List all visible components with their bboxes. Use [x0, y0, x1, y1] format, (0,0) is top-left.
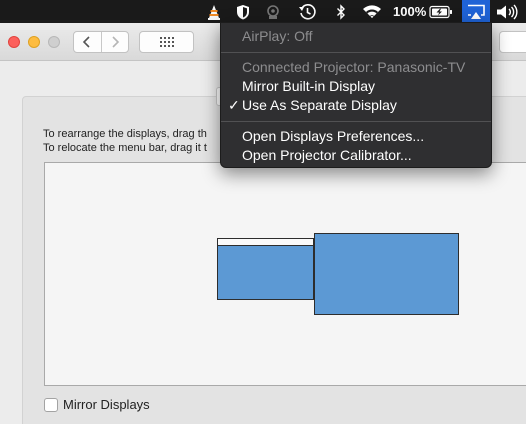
- airplay-menu: AirPlay: Off Connected Projector: Panaso…: [220, 22, 492, 168]
- battery-percentage: 100%: [393, 4, 427, 19]
- back-button[interactable]: [74, 32, 101, 52]
- security-icon[interactable]: [263, 0, 283, 23]
- mirror-displays-checkbox[interactable]: [44, 397, 58, 412]
- shield-icon[interactable]: [234, 0, 252, 23]
- wifi-icon[interactable]: [360, 0, 384, 23]
- builtin-display[interactable]: [217, 245, 314, 300]
- chevron-right-icon: [112, 36, 119, 48]
- mirror-displays-label: Mirror Displays: [63, 397, 150, 412]
- checkmark-icon: ✓: [228, 97, 240, 113]
- forward-button[interactable]: [100, 32, 129, 52]
- menu-separator: [221, 121, 491, 122]
- airplay-status: AirPlay: Off: [242, 28, 313, 44]
- menu-item-mirror-builtin[interactable]: Mirror Built-in Display: [242, 78, 375, 94]
- close-button[interactable]: [8, 36, 20, 48]
- battery-icon[interactable]: [428, 0, 454, 23]
- connected-projector-label: Connected Projector: Panasonic-TV: [242, 59, 466, 75]
- minimize-button[interactable]: [28, 36, 40, 48]
- chevron-left-icon: [83, 36, 90, 48]
- instruction-text: To relocate the menu bar, drag it t: [43, 142, 207, 154]
- vlc-icon[interactable]: [205, 0, 223, 23]
- navigation-buttons: [73, 31, 129, 53]
- grid-icon: [159, 37, 174, 47]
- bluetooth-icon[interactable]: [333, 0, 349, 23]
- menu-bar: 100%: [0, 0, 526, 23]
- mirror-displays-option[interactable]: Mirror Displays: [44, 397, 150, 412]
- menu-item-open-displays-prefs[interactable]: Open Displays Preferences...: [242, 128, 424, 144]
- zoom-button[interactable]: [48, 36, 60, 48]
- menu-item-separate-display[interactable]: Use As Separate Display: [242, 97, 397, 113]
- instruction-text: To rearrange the displays, drag th: [43, 128, 207, 140]
- menu-item-open-calibrator[interactable]: Open Projector Calibrator...: [242, 147, 412, 163]
- projector-display[interactable]: [314, 233, 459, 315]
- time-machine-icon[interactable]: [296, 0, 318, 23]
- airplay-icon[interactable]: [462, 0, 490, 23]
- menu-bar-handle[interactable]: [217, 238, 314, 246]
- search-input[interactable]: [499, 31, 526, 53]
- volume-icon[interactable]: [494, 0, 520, 23]
- menu-separator: [221, 52, 491, 53]
- show-all-button[interactable]: [139, 31, 194, 53]
